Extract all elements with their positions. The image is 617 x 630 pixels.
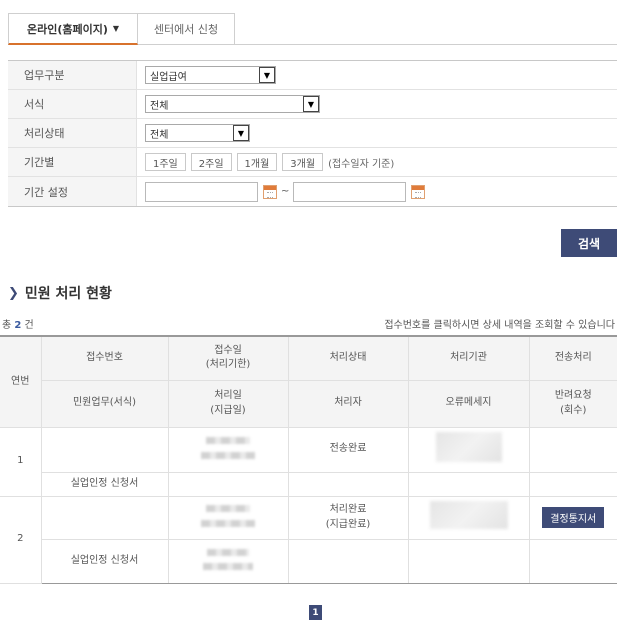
- agency-cell: [407, 495, 530, 540]
- chevron-right-icon: ❯: [8, 285, 19, 301]
- chevron-down-icon: ▼: [259, 67, 275, 83]
- filter-row-period: 기간별 1주일 2주일 1개월 3개월 (접수일자 기준): [8, 148, 617, 177]
- status-select[interactable]: 전체 ▼: [145, 124, 250, 142]
- header-transmission: 전송처리: [528, 335, 617, 381]
- table-row: 실업인정 신청서: [0, 538, 617, 584]
- header-processor: 처리자: [287, 379, 409, 428]
- receipt-no-cell[interactable]: [40, 426, 169, 473]
- filter-row-date-range: 기간 설정 ~: [8, 177, 617, 206]
- chevron-down-icon: ▼: [233, 125, 249, 141]
- header-error-message: 오류메세지: [407, 379, 530, 428]
- result-hint: 접수번호를 클릭하시면 상세 내역을 조회할 수 있습니다: [384, 320, 615, 331]
- return-request-cell: [528, 538, 617, 584]
- search-button[interactable]: 검색: [561, 229, 617, 257]
- date-range-label: 기간 설정: [8, 177, 137, 206]
- form-select[interactable]: 전체 ▼: [145, 95, 320, 113]
- receipt-date-cell: [167, 426, 289, 473]
- period-2weeks-button[interactable]: 2주일: [190, 153, 232, 171]
- transmission-cell: 결정통지서: [528, 495, 617, 540]
- tab-online-label: 온라인(홈페이지): [26, 22, 108, 36]
- tab-divider: [235, 44, 617, 45]
- table-row: 1 전송완료: [0, 426, 617, 497]
- process-date-cell: [167, 538, 289, 584]
- receipt-no-cell[interactable]: [40, 495, 169, 540]
- count-suffix: 건: [24, 320, 34, 331]
- status-cell: 처리완료 (지급완료): [287, 495, 409, 540]
- header-return-request: 반려요청 (회수): [528, 379, 617, 428]
- header-civil-service: 민원업무(서식): [41, 379, 169, 428]
- header-receipt-no: 접수번호: [40, 335, 169, 381]
- header-receipt-date: 접수일 (처리기한): [167, 335, 289, 381]
- pagination-page-1[interactable]: 1: [309, 605, 322, 620]
- calendar-icon[interactable]: [263, 184, 277, 199]
- form-label: 서식: [8, 90, 137, 118]
- filter-row-form: 서식 전체 ▼: [8, 90, 617, 119]
- error-message-cell: [407, 538, 530, 584]
- header-status: 처리상태: [287, 335, 409, 381]
- chevron-down-icon: ▼: [303, 96, 319, 112]
- agency-cell: [407, 426, 530, 473]
- tab-online[interactable]: 온라인(홈페이지) ▼: [8, 13, 138, 45]
- civil-service-cell: 실업인정 신청서: [41, 538, 169, 584]
- tab-bar: 온라인(홈페이지) ▼ 센터에서 신청: [8, 13, 235, 45]
- end-date-input[interactable]: [293, 181, 407, 202]
- processor-cell: [287, 471, 409, 497]
- period-1week-button[interactable]: 1주일: [145, 153, 186, 171]
- return-request-cell: [528, 471, 617, 497]
- process-date-cell: [167, 471, 289, 497]
- period-3months-button[interactable]: 3개월: [282, 153, 324, 171]
- work-type-label: 업무구분: [8, 61, 137, 89]
- period-label: 기간별: [8, 148, 137, 176]
- section-title: ❯ 민원 처리 현황: [8, 283, 112, 303]
- tab-center-label: 센터에서 신청: [153, 23, 219, 36]
- error-message-cell: [407, 471, 530, 497]
- period-1month-button[interactable]: 1개월: [236, 153, 278, 171]
- processor-cell: [287, 538, 409, 584]
- status-value: 전체: [150, 129, 169, 141]
- section-title-text: 민원 처리 현황: [24, 286, 112, 302]
- results-table: 연번 접수번호 접수일 (처리기한) 처리상태 처리기관 전송처리 민원업무(서…: [0, 335, 617, 584]
- row-index: 2: [0, 495, 42, 584]
- header-index: 연번: [0, 335, 42, 428]
- start-date-input[interactable]: [145, 181, 258, 202]
- period-note: (접수일자 기준): [328, 158, 395, 170]
- search-filter-form: 업무구분 실업급여 ▼ 서식 전체 ▼ 처리상태 전체 ▼ 기간별 1주일 2주…: [8, 60, 617, 207]
- tab-center[interactable]: 센터에서 신청: [138, 13, 235, 45]
- transmission-cell: [528, 426, 617, 473]
- civil-service-cell: 실업인정 신청서: [41, 471, 169, 497]
- receipt-date-cell: [167, 495, 289, 540]
- result-count: 총 2 건: [2, 316, 34, 331]
- status-label: 처리상태: [8, 119, 137, 147]
- header-process-date: 처리일 (지급일): [167, 379, 289, 428]
- row-index: 1: [0, 426, 42, 497]
- calendar-icon[interactable]: [411, 184, 426, 199]
- decision-notice-button[interactable]: 결정통지서: [542, 507, 605, 528]
- chevron-down-icon: ▼: [112, 24, 120, 33]
- form-value: 전체: [150, 100, 169, 112]
- filter-row-work-type: 업무구분 실업급여 ▼: [8, 61, 617, 90]
- work-type-select[interactable]: 실업급여 ▼: [145, 66, 276, 84]
- filter-row-status: 처리상태 전체 ▼: [8, 119, 617, 148]
- status-cell: 전송완료: [287, 426, 409, 473]
- work-type-value: 실업급여: [150, 71, 187, 83]
- table-row: 실업인정 신청서: [0, 471, 617, 497]
- date-separator: ~: [281, 186, 290, 197]
- header-agency: 처리기관: [407, 335, 530, 381]
- count-value: 2: [14, 320, 22, 331]
- count-prefix: 총: [2, 320, 12, 331]
- table-row: 2 처리완료 (지급완료) 결정통지서: [0, 495, 617, 584]
